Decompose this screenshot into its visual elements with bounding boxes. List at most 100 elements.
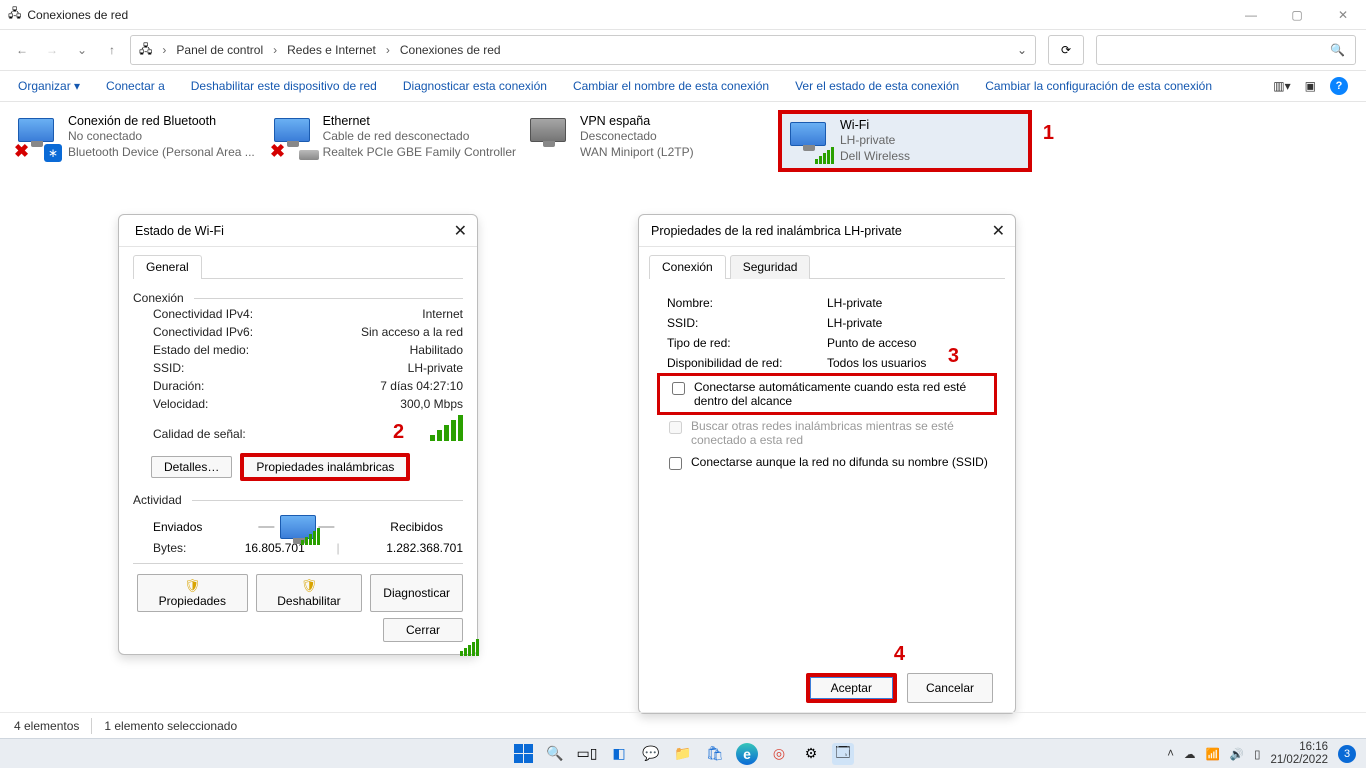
tray-wifi-icon[interactable]: 📶 bbox=[1205, 747, 1219, 761]
file-explorer-icon[interactable]: 📁 bbox=[672, 743, 694, 765]
availability-label: Disponibilidad de red: bbox=[667, 356, 827, 370]
close-dialog-button[interactable]: Cerrar bbox=[383, 618, 463, 642]
dialog-title: Estado de Wi-Fi bbox=[135, 224, 224, 238]
wireless-props-dialog: Propiedades de la red inalámbrica LH-pri… bbox=[638, 214, 1016, 714]
view-layout-button[interactable]: ▥▾ bbox=[1273, 79, 1290, 93]
tab-security[interactable]: Seguridad bbox=[730, 255, 811, 279]
window-icon: 🖧 bbox=[8, 4, 21, 25]
refresh-button[interactable]: ⟳ bbox=[1048, 35, 1084, 65]
ipv6-label: Conectividad IPv6: bbox=[153, 325, 323, 339]
cancel-button[interactable]: Cancelar bbox=[907, 673, 993, 703]
breadcrumb[interactable]: 🖧 Panel de control Redes e Internet Cone… bbox=[130, 35, 1036, 65]
crumb-panel[interactable]: Panel de control bbox=[176, 43, 263, 57]
tray-clock[interactable]: 16:16 21/02/2022 bbox=[1270, 741, 1328, 766]
rename-connection[interactable]: Cambiar el nombre de esta conexión bbox=[573, 79, 769, 93]
hidden-ssid-row[interactable]: Conectarse aunque la red no difunda su n… bbox=[657, 451, 997, 477]
start-button[interactable] bbox=[512, 743, 534, 765]
dialog-titlebar[interactable]: Estado de Wi-Fi ✕ bbox=[119, 215, 477, 247]
taskview-icon[interactable]: ▭▯ bbox=[576, 743, 598, 765]
navigation-bar: ← → ⌄ ↑ 🖧 Panel de control Redes e Inter… bbox=[0, 30, 1366, 70]
conn-title: VPN españa bbox=[580, 114, 694, 128]
hidden-ssid-checkbox[interactable] bbox=[669, 457, 682, 470]
signal-quality-label: Calidad de señal: bbox=[153, 427, 323, 441]
sent-label: Enviados bbox=[153, 520, 202, 534]
minimize-button[interactable]: — bbox=[1228, 0, 1274, 30]
taskbar-search-icon[interactable]: 🔍 bbox=[544, 743, 566, 765]
tray-notification-badge[interactable]: 3 bbox=[1338, 745, 1356, 763]
tab-connection[interactable]: Conexión bbox=[649, 255, 726, 279]
duration-label: Duración: bbox=[153, 379, 323, 393]
forward-button[interactable]: → bbox=[40, 38, 64, 62]
nettype-label: Tipo de red: bbox=[667, 336, 827, 350]
maximize-button[interactable]: ▢ bbox=[1274, 0, 1320, 30]
conn-title: Wi-Fi bbox=[840, 118, 910, 132]
tab-general[interactable]: General bbox=[133, 255, 202, 279]
up-button[interactable]: ↑ bbox=[100, 38, 124, 62]
view-status[interactable]: Ver el estado de esta conexión bbox=[795, 79, 959, 93]
tray-battery-icon[interactable]: ▯ bbox=[1254, 747, 1260, 761]
wireless-properties-button[interactable]: Propiedades inalámbricas bbox=[240, 453, 410, 481]
connection-bluetooth[interactable]: ✖∗ Conexión de red Bluetooth No conectad… bbox=[10, 110, 266, 172]
preview-pane-button[interactable]: ▣ bbox=[1305, 79, 1316, 93]
diagnose-button[interactable]: Diagnosticar bbox=[370, 574, 463, 612]
connection-wifi[interactable]: Wi-Fi LH-private Dell Wireless bbox=[778, 110, 1032, 172]
system-tray: ˄ ☁ 📶 🔊 ▯ 16:16 21/02/2022 3 bbox=[1167, 741, 1366, 766]
tray-chevron-icon[interactable]: ˄ bbox=[1167, 748, 1174, 760]
connection-vpn[interactable]: VPN españa Desconectado WAN Miniport (L2… bbox=[522, 110, 778, 172]
settings-icon[interactable]: ⚙ bbox=[800, 743, 822, 765]
crumb-conexiones[interactable]: Conexiones de red bbox=[400, 43, 501, 57]
conn-title: Ethernet bbox=[323, 114, 516, 128]
back-button[interactable]: ← bbox=[10, 38, 34, 62]
crumb-redes[interactable]: Redes e Internet bbox=[287, 43, 376, 57]
tray-time: 16:16 bbox=[1270, 741, 1328, 754]
help-button[interactable]: ? bbox=[1330, 77, 1348, 95]
close-button[interactable]: ✕ bbox=[1320, 0, 1366, 30]
search-input[interactable]: 🔍 bbox=[1096, 35, 1356, 65]
name-label: Nombre: bbox=[667, 296, 827, 310]
search-other-label: Buscar otras redes inalámbricas mientras… bbox=[691, 419, 989, 447]
recent-dropdown-icon[interactable]: ⌄ bbox=[70, 38, 94, 62]
conn-title: Conexión de red Bluetooth bbox=[68, 114, 255, 128]
chrome-icon[interactable]: ◎ bbox=[768, 743, 790, 765]
received-label: Recibidos bbox=[390, 520, 443, 534]
connect-to[interactable]: Conectar a bbox=[106, 79, 165, 93]
details-button[interactable]: Detalles… bbox=[151, 456, 232, 478]
conn-status: No conectado bbox=[68, 128, 255, 144]
change-settings[interactable]: Cambiar la configuración de esta conexió… bbox=[985, 79, 1212, 93]
organize-menu[interactable]: Organizar ▾ bbox=[18, 79, 80, 93]
window-title: Conexiones de red bbox=[27, 8, 128, 22]
tray-onedrive-icon[interactable]: ☁ bbox=[1184, 747, 1196, 761]
window-controls: — ▢ ✕ bbox=[1228, 0, 1366, 30]
widgets-icon[interactable]: ◧ bbox=[608, 743, 630, 765]
ssid-label: SSID: bbox=[667, 316, 827, 330]
annotation-4: 4 bbox=[894, 643, 905, 666]
accept-button[interactable]: Aceptar bbox=[810, 677, 893, 699]
command-bar: Organizar ▾ Conectar a Deshabilitar este… bbox=[0, 70, 1366, 102]
connection-ethernet[interactable]: ✖ Ethernet Cable de red desconectado Rea… bbox=[266, 110, 522, 172]
dialog-titlebar[interactable]: Propiedades de la red inalámbrica LH-pri… bbox=[639, 215, 1015, 247]
properties-button[interactable]: 🛡 Propiedades bbox=[137, 574, 248, 612]
network-folder-icon[interactable]: 🗔 bbox=[832, 743, 854, 765]
auto-connect-row[interactable]: Conectarse automáticamente cuando esta r… bbox=[657, 373, 997, 415]
disable-button[interactable]: 🛡 Deshabilitar bbox=[256, 574, 363, 612]
speed-label: Velocidad: bbox=[153, 397, 323, 411]
path-dropdown-icon[interactable]: ⌄ bbox=[1017, 43, 1027, 57]
ipv4-label: Conectividad IPv4: bbox=[153, 307, 323, 321]
chat-icon[interactable]: 💬 bbox=[640, 743, 662, 765]
tray-volume-icon[interactable]: 🔊 bbox=[1230, 747, 1244, 761]
wifi-status-dialog: Estado de Wi-Fi ✕ General Conexión Conec… bbox=[118, 214, 478, 655]
dialog-close-icon[interactable]: ✕ bbox=[992, 221, 1005, 241]
signal-bars-icon bbox=[430, 415, 463, 441]
ssid-value: LH-private bbox=[408, 361, 463, 375]
diagnose-connection[interactable]: Diagnosticar esta conexión bbox=[403, 79, 547, 93]
media-state-value: Habilitado bbox=[410, 343, 463, 357]
ssid-label: SSID: bbox=[153, 361, 323, 375]
search-icon: 🔍 bbox=[1330, 43, 1345, 57]
auto-connect-checkbox[interactable] bbox=[672, 382, 685, 395]
edge-icon[interactable]: e bbox=[736, 743, 758, 765]
dialog-close-icon[interactable]: ✕ bbox=[454, 221, 467, 241]
disable-device[interactable]: Deshabilitar este dispositivo de red bbox=[191, 79, 377, 93]
media-state-label: Estado del medio: bbox=[153, 343, 323, 357]
duration-value: 7 días 04:27:10 bbox=[380, 379, 463, 393]
store-icon[interactable]: 🛍 bbox=[704, 743, 726, 765]
